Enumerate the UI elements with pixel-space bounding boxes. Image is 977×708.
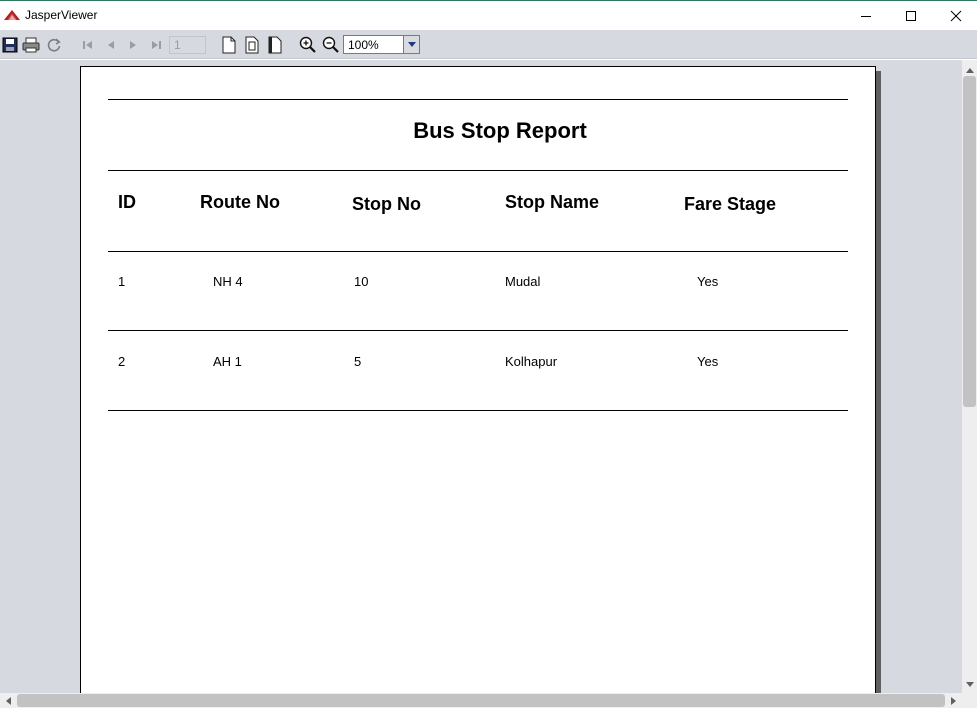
- previous-page-button[interactable]: [101, 35, 120, 54]
- scroll-down-button[interactable]: [962, 676, 977, 691]
- maximize-icon: [905, 10, 917, 22]
- vertical-scroll-thumb[interactable]: [963, 76, 976, 407]
- column-header-stop-no: Stop No: [352, 194, 421, 214]
- cell-fare-stage: Yes: [697, 274, 719, 289]
- fit-width-button[interactable]: [265, 35, 284, 54]
- minimize-button[interactable]: [843, 1, 889, 31]
- cell-stop-name: Kolhapur: [505, 354, 558, 369]
- page-number-input[interactable]: 1: [169, 36, 206, 54]
- actual-size-icon: [221, 36, 237, 54]
- title-top-rule: [108, 99, 848, 100]
- scroll-right-button[interactable]: [946, 693, 961, 708]
- cell-id: 1: [118, 274, 126, 289]
- cell-fare-stage: Yes: [697, 354, 719, 369]
- column-header-fare-stage: Fare Stage: [684, 194, 777, 214]
- header-top-rule: [108, 170, 848, 171]
- title-bar: JasperViewer: [0, 0, 977, 30]
- cell-id: 2: [118, 354, 126, 369]
- cell-stop-no: 5: [354, 354, 362, 369]
- zoom-select[interactable]: 100%: [343, 35, 420, 54]
- reload-button[interactable]: [44, 35, 63, 54]
- last-page-button[interactable]: [146, 35, 165, 54]
- column-header-id: ID: [118, 192, 136, 212]
- save-icon: [2, 37, 18, 53]
- row-divider: [108, 330, 848, 331]
- column-header-route-no: Route No: [200, 192, 280, 212]
- first-page-button[interactable]: [78, 35, 97, 54]
- chevron-right-icon: [950, 694, 957, 708]
- fit-page-button[interactable]: [242, 35, 261, 54]
- zoom-out-button[interactable]: [321, 35, 340, 54]
- header-bottom-rule: [108, 251, 848, 252]
- print-icon: [22, 37, 40, 53]
- next-page-icon: [126, 38, 140, 52]
- chevron-down-icon[interactable]: [403, 36, 419, 53]
- jasper-app-icon: [4, 9, 20, 21]
- report-viewport: Bus Stop Report ID Route No Stop No Stop…: [0, 60, 962, 693]
- previous-page-icon: [104, 38, 118, 52]
- scrollbar-corner: [962, 693, 977, 708]
- next-page-button[interactable]: [123, 35, 142, 54]
- scroll-left-button[interactable]: [0, 693, 15, 708]
- first-page-icon: [81, 38, 95, 52]
- minimize-icon: [860, 10, 872, 22]
- cell-stop-no: 10: [354, 274, 369, 289]
- save-button[interactable]: [0, 35, 19, 54]
- last-page-icon: [149, 38, 163, 52]
- actual-size-button[interactable]: [219, 35, 238, 54]
- fit-width-icon: [267, 36, 283, 54]
- report-page: Bus Stop Report ID Route No Stop No Stop…: [80, 66, 876, 693]
- window-title: JasperViewer: [25, 8, 98, 22]
- print-button[interactable]: [21, 35, 40, 54]
- cell-route-no: AH 1: [213, 354, 242, 369]
- zoom-in-icon: [299, 36, 317, 54]
- scroll-up-button[interactable]: [962, 61, 977, 76]
- table-bottom-rule: [108, 410, 848, 411]
- chevron-down-icon: [965, 677, 974, 691]
- horizontal-scroll-thumb[interactable]: [17, 694, 945, 707]
- chevron-up-icon: [965, 62, 974, 76]
- column-header-stop-name: Stop Name: [505, 192, 600, 212]
- zoom-out-icon: [322, 36, 340, 54]
- maximize-button[interactable]: [888, 1, 934, 31]
- fit-page-icon: [244, 36, 260, 54]
- chevron-left-icon: [5, 694, 11, 708]
- report-title: Bus Stop Report: [413, 118, 587, 143]
- reload-icon: [46, 37, 62, 53]
- cell-route-no: NH 4: [213, 274, 243, 289]
- zoom-value: 100%: [348, 38, 379, 52]
- cell-stop-name: Mudal: [505, 274, 541, 289]
- zoom-in-button[interactable]: [298, 35, 317, 54]
- close-icon: [950, 10, 962, 22]
- close-button[interactable]: [933, 1, 977, 31]
